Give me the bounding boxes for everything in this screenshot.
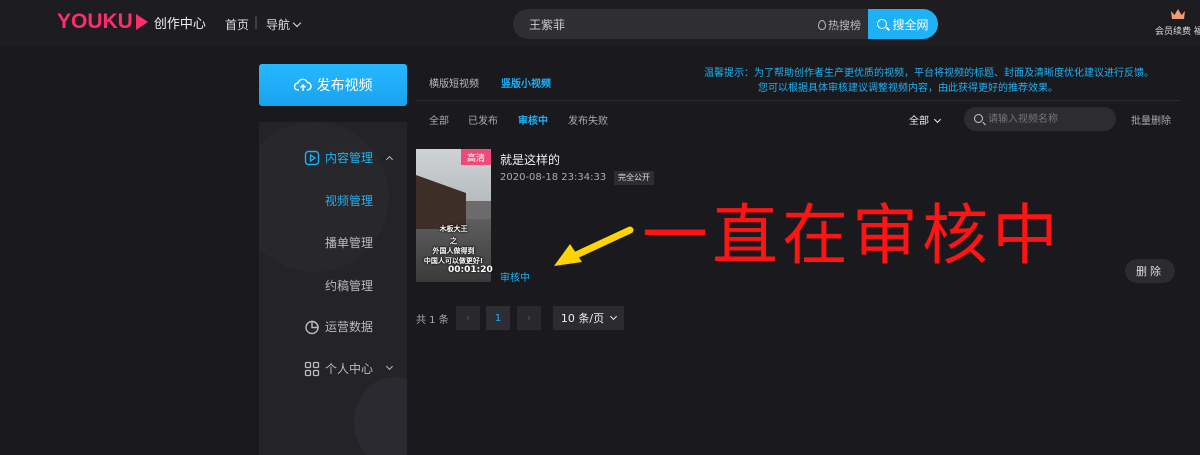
top-header: YOUKU 创作中心 首页 | 导航 热搜榜 搜全网 会员续费 福 <box>0 0 1200 46</box>
filter-published[interactable]: 已发布 <box>468 112 498 127</box>
hot-search-link[interactable]: 热搜榜 <box>818 17 861 33</box>
nav-menu[interactable]: 导航 <box>266 16 302 33</box>
vip-renew-label: 会员续费 福 <box>1155 27 1200 37</box>
sidebar-item-content-management[interactable]: 内容管理 <box>304 149 373 166</box>
tab-horizontal-short-video[interactable]: 横版短视频 <box>429 75 479 90</box>
nav-menu-label: 导航 <box>266 18 291 32</box>
filter-under-review[interactable]: 审核中 <box>518 112 548 127</box>
cloud-upload-icon <box>293 78 312 91</box>
sidebar-item-personal-center[interactable]: 个人中心 <box>304 360 373 377</box>
hot-search-label: 热搜榜 <box>828 19 861 32</box>
filter-all[interactable]: 全部 <box>429 112 449 127</box>
sidebar-item-label: 内容管理 <box>325 151 374 165</box>
sidebar-item-label: 视频管理 <box>325 194 374 208</box>
sidebar-item-operations-data[interactable]: 运营数据 <box>304 318 373 335</box>
logo-text: YOUKU <box>57 10 133 33</box>
page-size-label: 10 条/页 <box>560 312 605 325</box>
yellow-arrow-icon <box>554 226 634 266</box>
vip-renew-link[interactable]: 会员续费 福 <box>1155 8 1200 37</box>
sidebar-item-label: 约稿管理 <box>325 279 374 293</box>
status-select-label: 全部 <box>909 116 929 127</box>
global-search-input[interactable] <box>529 9 809 39</box>
hd-badge: 高清 <box>461 149 491 165</box>
tab-vertical-mini-video[interactable]: 竖版小视频 <box>501 75 551 90</box>
nav-separator: | <box>254 15 259 29</box>
flame-icon <box>818 20 826 30</box>
grid-icon <box>304 361 320 376</box>
nav-home-link[interactable]: 首页 <box>225 16 249 33</box>
video-date: 2020-08-18 23:34:33 <box>500 172 607 183</box>
batch-delete-button[interactable]: 批量删除 <box>1131 112 1171 127</box>
thumbnail-caption: 之 <box>450 237 457 245</box>
search-all-button[interactable]: 搜全网 <box>868 9 938 39</box>
publish-video-label: 发布视频 <box>316 78 373 94</box>
status-select[interactable]: 全部 <box>909 112 942 127</box>
next-page-button[interactable]: › <box>517 306 541 330</box>
video-duration: 00:01:20 <box>448 265 493 275</box>
video-search-box <box>964 107 1116 131</box>
prev-page-button[interactable]: ‹ <box>456 306 480 330</box>
thumbnail-caption: 木板大王 <box>439 225 468 233</box>
review-status: 审核中 <box>500 273 530 284</box>
chevron-down-icon <box>610 312 618 320</box>
sidebar: 内容管理 视频管理 播单管理 约稿管理 运营数据 个人中心 <box>259 122 407 455</box>
visibility-badge: 完全公开 <box>614 171 654 185</box>
tips-notice-line: 您可以根据具体审核建议调整视频内容，由此获得更好的推荐效果。 <box>758 83 1058 94</box>
video-title[interactable]: 就是这样的 <box>500 151 560 168</box>
publish-video-button[interactable]: 发布视频 <box>259 64 407 106</box>
sidebar-item-video-management[interactable]: 视频管理 <box>325 192 373 209</box>
tips-notice-line: 温馨提示：为了帮助创作者生产更优质的视频，平台将视频的标题、封面及清晰度优化建议… <box>704 68 1154 79</box>
search-icon <box>974 114 983 123</box>
logo-play-icon <box>135 14 148 30</box>
chevron-down-icon[interactable] <box>385 362 394 371</box>
sidebar-decoration <box>354 377 407 455</box>
video-search-input[interactable] <box>988 107 1108 131</box>
chevron-down-icon <box>933 115 942 124</box>
chevron-up-icon[interactable] <box>385 155 394 164</box>
sidebar-item-label: 个人中心 <box>325 362 374 376</box>
logo-subtitle: 创作中心 <box>153 16 206 32</box>
page-number-button[interactable]: 1 <box>486 306 510 330</box>
play-square-icon <box>304 150 320 165</box>
chevron-down-icon <box>292 18 302 28</box>
total-count: 共 1 条 <box>416 315 449 326</box>
sidebar-item-label: 播单管理 <box>325 236 374 250</box>
youku-logo[interactable]: YOUKU 创作中心 <box>57 10 206 34</box>
crown-icon <box>1170 8 1186 20</box>
sidebar-item-label: 运营数据 <box>325 320 374 334</box>
tips-notice: 温馨提示：为了帮助创作者生产更优质的视频，平台将视频的标题、封面及清晰度优化建议… <box>704 66 1184 96</box>
pie-chart-icon <box>305 320 319 334</box>
sidebar-item-playlist-management[interactable]: 播单管理 <box>325 234 373 251</box>
search-all-label: 搜全网 <box>892 17 929 32</box>
annotation-text: 一直在审核中 <box>642 197 1062 274</box>
page-size-select[interactable]: 10 条/页 <box>553 306 624 330</box>
sidebar-item-commission-management[interactable]: 约稿管理 <box>325 277 373 294</box>
search-icon <box>877 19 888 29</box>
divider <box>416 100 1180 101</box>
thumbnail-caption: 外国人做得到 <box>432 247 475 255</box>
filter-failed[interactable]: 发布失败 <box>568 112 608 127</box>
delete-button[interactable]: 删除 <box>1125 259 1175 283</box>
